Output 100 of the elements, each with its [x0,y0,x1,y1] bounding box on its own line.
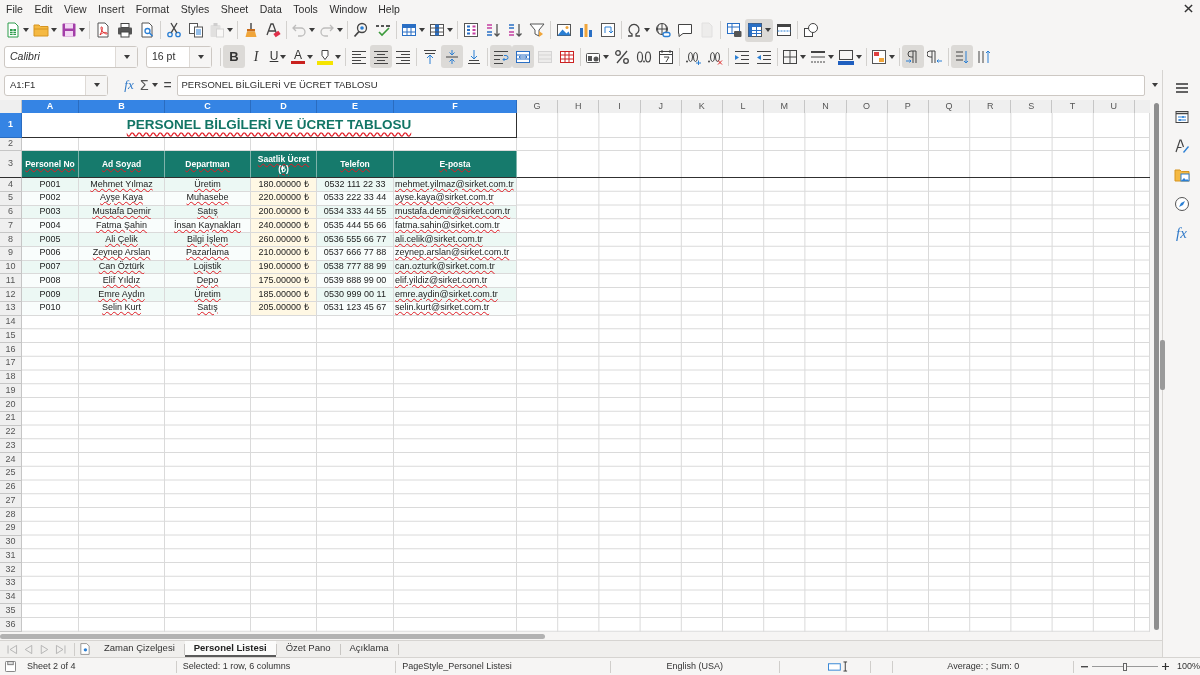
sheet-tab[interactable]: Personel Listesi [184,641,276,657]
slider-thumb[interactable] [1123,662,1128,671]
left-to-right-button[interactable] [902,45,924,68]
menu-item[interactable]: Help [378,1,400,16]
row-header[interactable]: 16 [0,343,22,357]
row-header[interactable]: 15 [0,329,22,343]
page-magnifier-icon [139,22,155,38]
table-cell: P005 [22,233,79,247]
compass-icon [1173,196,1190,212]
column-header[interactable]: C [165,100,251,115]
row-header[interactable]: 11 [0,274,22,288]
column-header[interactable]: B [79,100,165,115]
font-size-field[interactable]: 16 pt [146,45,212,68]
column-header[interactable]: Q [928,100,971,115]
bold-button[interactable]: B [223,45,245,68]
column-header[interactable]: O [846,100,888,115]
table-cell: P001 [22,178,79,192]
menu-item[interactable]: Format [135,1,170,16]
row-header[interactable]: 35 [0,604,22,618]
wrap-text-button[interactable] [490,45,512,68]
menu-item[interactable]: Insert [98,1,125,16]
table-cell: Depo [165,274,251,288]
row-header[interactable]: 1 [0,113,22,138]
row-header[interactable]: 23 [0,439,22,453]
table-cell: Ali Çelik [79,233,165,247]
menu-item[interactable]: Styles [180,1,210,16]
zoom-slider[interactable] [1092,661,1158,672]
column-header[interactable]: M [764,100,806,115]
caret-icon [765,28,771,32]
menu-item[interactable]: Edit [34,1,53,16]
row-header[interactable]: 19 [0,384,22,398]
column-header[interactable]: J [640,100,682,115]
formula-input-field[interactable]: PERSONEL BİLGİLERİ VE ÜCRET TABLOSU [176,74,1146,96]
sidebar-handle[interactable] [1160,340,1165,390]
sheet-tab[interactable]: Zaman Çizelgesi [95,641,184,657]
caret-icon [23,28,29,32]
menu-item[interactable]: Sheet [220,1,249,16]
row-header[interactable]: 7 [0,219,22,233]
select-all-corner[interactable] [0,100,22,115]
column-header[interactable]: U [1093,100,1135,115]
font-color-button[interactable]: A [289,45,315,68]
menu-item[interactable]: Window [329,1,367,16]
row-header[interactable]: 4 [0,178,22,192]
menu-item[interactable]: Data [259,1,282,16]
functions-button[interactable]: fx [1170,222,1193,244]
row-header[interactable]: 31 [0,549,22,563]
column-header[interactable]: R [970,100,1012,115]
row-header[interactable]: 3 [0,151,22,178]
row-header[interactable]: 28 [0,508,22,522]
menu-item[interactable]: Tools [293,1,318,16]
zoom-in-button[interactable] [1161,660,1171,673]
freeze-button[interactable] [745,18,773,42]
vertical-scrollbar[interactable] [1153,103,1159,630]
formula-button[interactable]: = [161,75,174,95]
image-icon [556,22,572,38]
column-header[interactable]: K [681,100,723,115]
row-header[interactable]: 24 [0,453,22,467]
text-direction-button[interactable] [951,45,973,68]
name-box-field[interactable]: A1:F1 [4,74,108,96]
close-document-button[interactable] [1181,1,1195,16]
column-header[interactable]: H [558,100,600,115]
column-header[interactable]: A [22,100,79,115]
menu-item[interactable]: File [6,1,23,16]
align-center-button[interactable] [370,45,392,68]
table-columns-icon [429,22,445,38]
decimal-number-icon [636,48,652,65]
merge-center-button[interactable] [512,45,534,68]
column-header[interactable]: P [887,100,929,115]
underline-button[interactable]: U [267,45,289,68]
font-name-field[interactable]: Calibri [4,45,138,68]
column-header[interactable]: S [1011,100,1053,115]
column-header[interactable]: D [251,100,317,115]
menu-item[interactable]: View [64,1,87,16]
function-wizard-button[interactable]: fx [120,75,138,95]
sheet-tab[interactable]: Özet Pano [276,641,340,657]
caret-icon [603,54,609,59]
row-header[interactable]: 2 [0,138,22,151]
row-header[interactable]: 32 [0,563,22,577]
column-header[interactable]: L [722,100,765,115]
arrow-right-icon [38,642,51,656]
column-header[interactable]: T [1052,100,1094,115]
row-header[interactable]: 20 [0,398,22,412]
sheet-tab[interactable]: Açıklama [340,641,398,657]
table-cell: 0539 888 99 00 [317,274,394,288]
caret-icon [337,28,343,32]
row-header[interactable]: 12 [0,288,22,302]
sum-button[interactable]: Σ [138,75,159,95]
add-sheet-button[interactable] [77,641,93,657]
column-header[interactable]: F [394,100,517,115]
column-header[interactable]: N [805,100,847,115]
column-header[interactable]: E [317,100,394,115]
row-header[interactable]: 8 [0,233,22,247]
row-header[interactable]: 27 [0,494,22,508]
row-header[interactable]: 36 [0,618,22,632]
horizontal-scrollbar[interactable] [0,633,545,639]
italic-button[interactable]: I [245,45,267,68]
menu-icon [1173,80,1190,96]
column-header[interactable]: I [599,100,641,115]
column-header[interactable]: G [517,100,559,115]
speech-bubble-icon [677,22,693,38]
